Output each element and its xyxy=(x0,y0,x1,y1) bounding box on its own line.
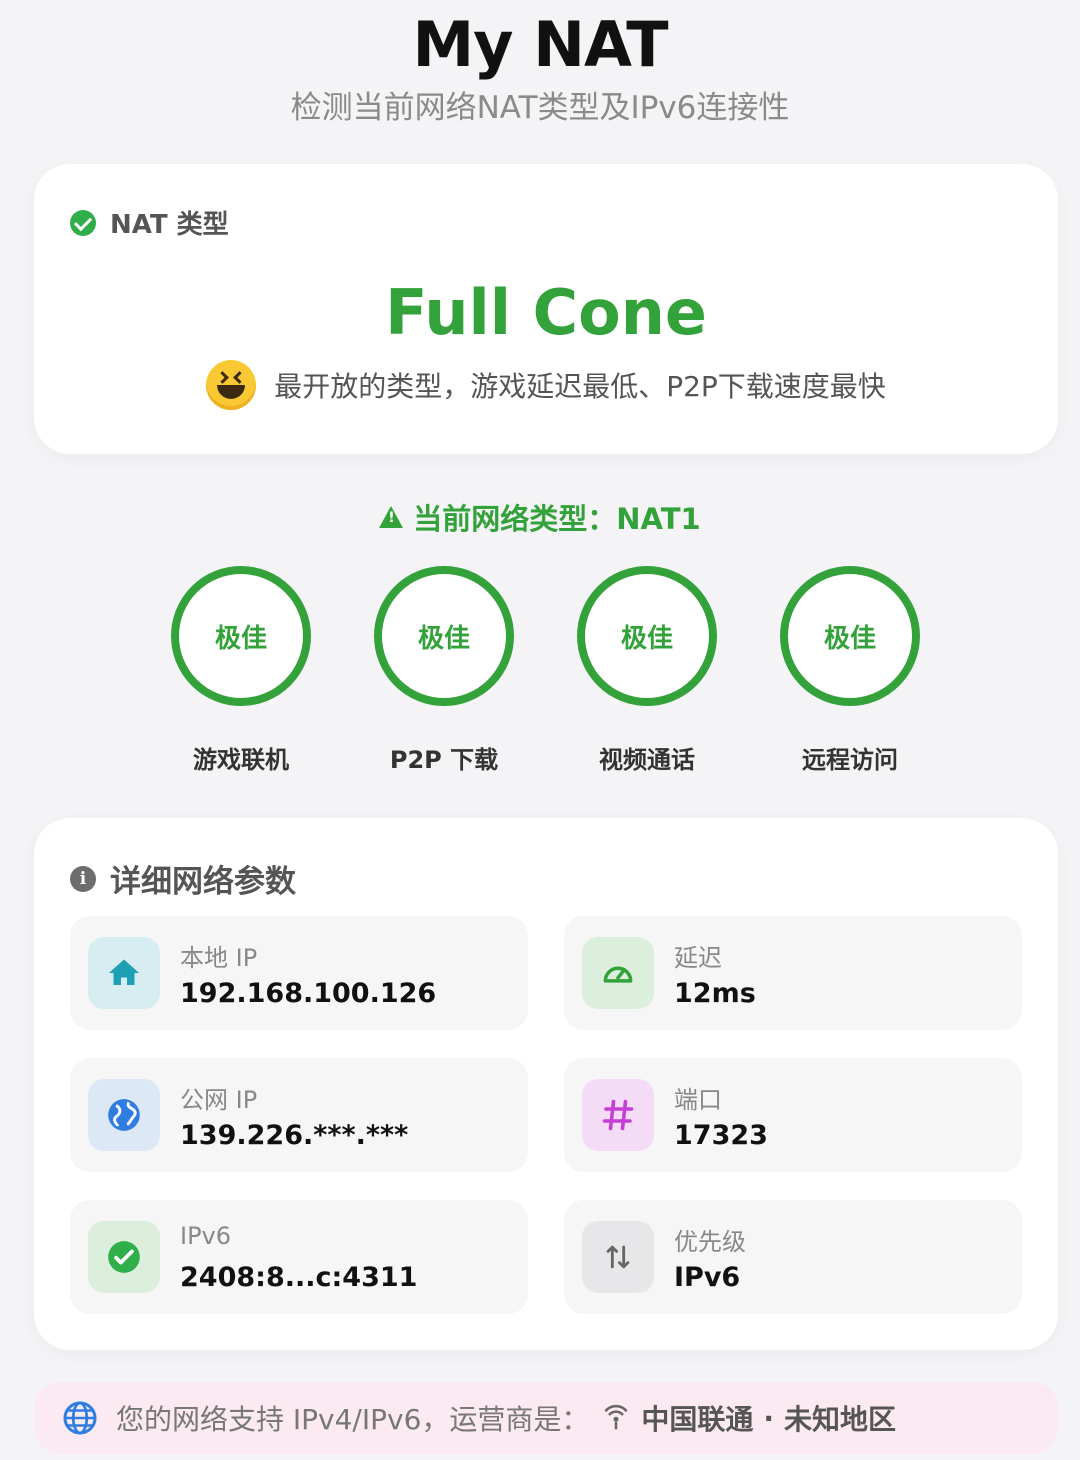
isp-footer: 您的网络支持 IPv4/IPv6，运营商是： 中国联通 · 未知地区 xyxy=(34,1382,1058,1454)
priority-label: 优先级 xyxy=(674,1228,746,1256)
isp-name: 中国联通 xyxy=(641,1403,754,1436)
usage-label: P2P 下载 xyxy=(389,746,499,774)
warning-icon xyxy=(379,506,404,528)
check-circle-icon xyxy=(88,1221,160,1293)
usage-remote-access: 极佳 远程访问 xyxy=(750,566,950,775)
network-details-card: i 详细网络参数 本地 IP 192.168.100.126 延迟 12ms 公… xyxy=(34,818,1058,1350)
public-ip-label: 公网 IP xyxy=(180,1086,258,1114)
usage-video-call: 极佳 视频通话 xyxy=(547,566,747,775)
details-title: 详细网络参数 xyxy=(110,864,296,900)
rating-ring: 极佳 xyxy=(374,566,514,706)
speedometer-icon xyxy=(582,937,654,1009)
info-icon: i xyxy=(70,865,96,892)
globe-icon xyxy=(88,1079,160,1151)
public-ip-tile: 公网 IP 139.226.***.*** xyxy=(70,1058,528,1172)
local-ip-value: 192.168.100.126 xyxy=(180,978,437,1009)
latency-value: 12ms xyxy=(674,978,756,1009)
usage-gaming: 极佳 游戏联机 xyxy=(141,566,341,775)
latency-label: 延迟 xyxy=(674,944,722,972)
home-icon xyxy=(88,937,160,1009)
nat-description: 最开放的类型，游戏延迟最低、P2P下载速度最快 xyxy=(34,360,1058,410)
latency-tile: 延迟 12ms xyxy=(564,916,1022,1030)
local-ip-label: 本地 IP xyxy=(180,944,258,972)
rating-ring: 极佳 xyxy=(577,566,717,706)
public-ip-value: 139.226.***.*** xyxy=(180,1120,409,1151)
port-label: 端口 xyxy=(674,1086,722,1114)
ipv6-value: 2408:8...c:4311 xyxy=(180,1262,418,1293)
usage-label: 游戏联机 xyxy=(193,746,289,774)
hash-icon xyxy=(582,1079,654,1151)
nat-card-label: NAT 类型 xyxy=(110,210,229,240)
check-circle-icon xyxy=(70,209,96,236)
usage-label: 视频通话 xyxy=(599,746,695,774)
current-network-text: 当前网络类型：NAT1 xyxy=(413,502,701,536)
current-network-type: 当前网络类型：NAT1 xyxy=(0,496,1080,538)
app-title: My NAT xyxy=(412,8,668,81)
rating-ring: 极佳 xyxy=(780,566,920,706)
laughing-emoji-icon xyxy=(206,360,257,410)
arrows-updown-icon xyxy=(582,1221,654,1293)
footer-text: 您的网络支持 IPv4/IPv6，运营商是： xyxy=(116,1403,590,1436)
port-tile: 端口 17323 xyxy=(564,1058,1022,1172)
local-ip-tile: 本地 IP 192.168.100.126 xyxy=(70,916,528,1030)
footer-separator: · xyxy=(763,1401,775,1435)
rating-ring: 极佳 xyxy=(171,566,311,706)
priority-tile: 优先级 IPv6 xyxy=(564,1200,1022,1314)
nat-type-value: Full Cone xyxy=(385,276,707,349)
nat-description-text: 最开放的类型，游戏延迟最低、P2P下载速度最快 xyxy=(274,370,886,403)
nat-type-card: NAT 类型 Full Cone 最开放的类型，游戏延迟最低、P2P下载速度最快 xyxy=(34,164,1058,454)
usage-p2p: 极佳 P2P 下载 xyxy=(344,566,544,775)
ipv6-tile: IPv6 2408:8...c:4311 xyxy=(70,1200,528,1314)
details-header: i 详细网络参数 xyxy=(70,856,296,901)
page: My NAT 检测当前网络NAT类型及IPv6连接性 NAT 类型 Full C… xyxy=(0,0,1080,1460)
signal-icon xyxy=(605,1404,628,1430)
nat-card-header: NAT 类型 xyxy=(70,204,229,241)
ipv6-label: IPv6 xyxy=(180,1222,232,1250)
priority-value: IPv6 xyxy=(674,1262,741,1293)
port-value: 17323 xyxy=(674,1120,768,1151)
usage-label: 远程访问 xyxy=(802,746,898,774)
app-subtitle: 检测当前网络NAT类型及IPv6连接性 xyxy=(290,90,790,126)
globe-icon xyxy=(63,1401,97,1435)
isp-region: 未知地区 xyxy=(784,1403,897,1436)
